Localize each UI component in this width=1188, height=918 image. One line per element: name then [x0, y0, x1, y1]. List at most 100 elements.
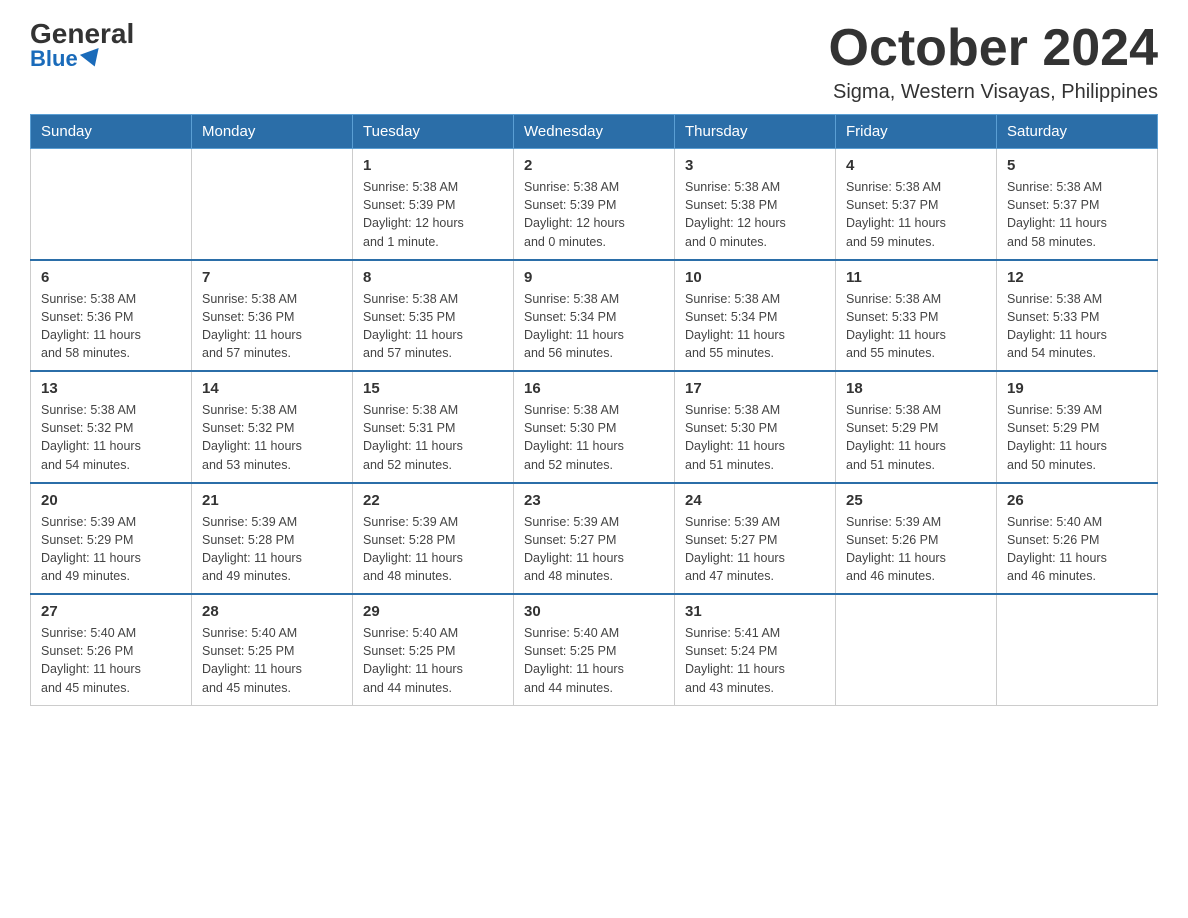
calendar-day-27: 27Sunrise: 5:40 AMSunset: 5:26 PMDayligh…: [31, 594, 192, 705]
day-number: 21: [202, 492, 342, 509]
day-info: Sunrise: 5:38 AMSunset: 5:30 PMDaylight:…: [685, 401, 825, 474]
day-number: 18: [846, 380, 986, 397]
day-number: 6: [41, 269, 181, 286]
day-number: 2: [524, 157, 664, 174]
calendar-day-23: 23 Sunrise: 5:39 AMSunset: 5:27 PMDayligh…: [514, 483, 675, 595]
day-info: Sunrise: 5:38 AMSunset: 5:32 PMDaylight:…: [202, 401, 342, 474]
calendar-day-31: 31 Sunrise: 5:41 AMSunset: 5:24 PMDayligh…: [675, 594, 836, 705]
day-info: Sunrise: 5:38 AMSunset: 5:37 PMDaylight:…: [1007, 178, 1147, 251]
day-info: Sunrise: 5:38 AMSunset: 5:34 PMDaylight:…: [685, 290, 825, 363]
day-info: Sunrise: 5:38 AMSunset: 5:39 PMDaylight:…: [524, 178, 664, 251]
calendar-empty-cell: [997, 594, 1158, 705]
day-info: Sunrise: 5:40 AMSunset: 5:26 PMDaylight:…: [1007, 513, 1147, 586]
calendar-header-tuesday: Tuesday: [353, 115, 514, 149]
day-info: Sunrise: 5:38 AMSunset: 5:29 PMDaylight:…: [846, 401, 986, 474]
calendar-header-saturday: Saturday: [997, 115, 1158, 149]
day-number: 15: [363, 380, 503, 397]
day-number: 14: [202, 380, 342, 397]
day-number: 3: [685, 157, 825, 174]
calendar-day-19: 19Sunrise: 5:39 AMSunset: 5:29 PMDayligh…: [997, 371, 1158, 483]
calendar-header-row: SundayMondayTuesdayWednesdayThursdayFrid…: [31, 115, 1158, 149]
day-info: Sunrise: 5:40 AMSunset: 5:26 PMDaylight:…: [41, 624, 181, 697]
day-info: Sunrise: 5:38 AMSunset: 5:30 PMDaylight:…: [524, 401, 664, 474]
calendar-day-30: 30Sunrise: 5:40 AMSunset: 5:25 PMDayligh…: [514, 594, 675, 705]
calendar-day-9: 9 Sunrise: 5:38 AMSunset: 5:34 PMDaylight…: [514, 260, 675, 372]
calendar-week-row: 1 Sunrise: 5:38 AMSunset: 5:39 PMDaylight…: [31, 149, 1158, 260]
calendar-day-16: 16 Sunrise: 5:38 AMSunset: 5:30 PMDayligh…: [514, 371, 675, 483]
logo-general-text: General: [30, 20, 134, 48]
calendar-week-row: 20 Sunrise: 5:39 AMSunset: 5:29 PMDayligh…: [31, 483, 1158, 595]
day-number: 11: [846, 269, 986, 286]
day-info: Sunrise: 5:39 AMSunset: 5:28 PMDaylight:…: [202, 513, 342, 586]
calendar-day-26: 26 Sunrise: 5:40 AMSunset: 5:26 PMDayligh…: [997, 483, 1158, 595]
day-number: 7: [202, 269, 342, 286]
day-info: Sunrise: 5:38 AMSunset: 5:34 PMDaylight:…: [524, 290, 664, 363]
calendar-day-22: 22 Sunrise: 5:39 AMSunset: 5:28 PMDayligh…: [353, 483, 514, 595]
day-info: Sunrise: 5:38 AMSunset: 5:35 PMDaylight:…: [363, 290, 503, 363]
day-info: Sunrise: 5:39 AMSunset: 5:27 PMDaylight:…: [685, 513, 825, 586]
calendar-day-6: 6Sunrise: 5:38 AMSunset: 5:36 PMDaylight…: [31, 260, 192, 372]
day-number: 23: [524, 492, 664, 509]
day-info: Sunrise: 5:39 AMSunset: 5:27 PMDaylight:…: [524, 513, 664, 586]
calendar-header-thursday: Thursday: [675, 115, 836, 149]
calendar-day-20: 20 Sunrise: 5:39 AMSunset: 5:29 PMDayligh…: [31, 483, 192, 595]
day-info: Sunrise: 5:40 AMSunset: 5:25 PMDaylight:…: [363, 624, 503, 697]
calendar-day-12: 12Sunrise: 5:38 AMSunset: 5:33 PMDayligh…: [997, 260, 1158, 372]
calendar-day-13: 13 Sunrise: 5:38 AMSunset: 5:32 PMDayligh…: [31, 371, 192, 483]
day-number: 31: [685, 603, 825, 620]
day-number: 17: [685, 380, 825, 397]
calendar-day-3: 3Sunrise: 5:38 AMSunset: 5:38 PMDaylight…: [675, 149, 836, 260]
day-number: 1: [363, 157, 503, 174]
logo-blue-text: Blue: [30, 48, 102, 70]
day-info: Sunrise: 5:38 AMSunset: 5:36 PMDaylight:…: [202, 290, 342, 363]
day-info: Sunrise: 5:39 AMSunset: 5:28 PMDaylight:…: [363, 513, 503, 586]
calendar-week-row: 13 Sunrise: 5:38 AMSunset: 5:32 PMDayligh…: [31, 371, 1158, 483]
day-number: 20: [41, 492, 181, 509]
day-info: Sunrise: 5:39 AMSunset: 5:29 PMDaylight:…: [41, 513, 181, 586]
day-number: 10: [685, 269, 825, 286]
day-number: 16: [524, 380, 664, 397]
day-info: Sunrise: 5:38 AMSunset: 5:33 PMDaylight:…: [846, 290, 986, 363]
calendar-day-8: 8 Sunrise: 5:38 AMSunset: 5:35 PMDaylight…: [353, 260, 514, 372]
calendar-day-4: 4 Sunrise: 5:38 AMSunset: 5:37 PMDaylight…: [836, 149, 997, 260]
calendar-day-7: 7 Sunrise: 5:38 AMSunset: 5:36 PMDaylight…: [192, 260, 353, 372]
day-info: Sunrise: 5:38 AMSunset: 5:37 PMDaylight:…: [846, 178, 986, 251]
day-number: 25: [846, 492, 986, 509]
day-number: 5: [1007, 157, 1147, 174]
calendar-header-friday: Friday: [836, 115, 997, 149]
month-title: October 2024: [829, 20, 1159, 77]
calendar-day-11: 11 Sunrise: 5:38 AMSunset: 5:33 PMDayligh…: [836, 260, 997, 372]
calendar-day-25: 25Sunrise: 5:39 AMSunset: 5:26 PMDayligh…: [836, 483, 997, 595]
day-number: 4: [846, 157, 986, 174]
day-info: Sunrise: 5:38 AMSunset: 5:32 PMDaylight:…: [41, 401, 181, 474]
calendar-day-5: 5 Sunrise: 5:38 AMSunset: 5:37 PMDaylight…: [997, 149, 1158, 260]
day-number: 9: [524, 269, 664, 286]
calendar-day-21: 21 Sunrise: 5:39 AMSunset: 5:28 PMDayligh…: [192, 483, 353, 595]
day-number: 13: [41, 380, 181, 397]
calendar-empty-cell: [31, 149, 192, 260]
day-number: 26: [1007, 492, 1147, 509]
calendar-day-28: 28Sunrise: 5:40 AMSunset: 5:25 PMDayligh…: [192, 594, 353, 705]
calendar-table: SundayMondayTuesdayWednesdayThursdayFrid…: [30, 114, 1158, 706]
calendar-day-29: 29 Sunrise: 5:40 AMSunset: 5:25 PMDayligh…: [353, 594, 514, 705]
day-number: 29: [363, 603, 503, 620]
calendar-week-row: 6 Sunrise: 5:38 AMSunset: 5:36 PMDaylight…: [31, 260, 1158, 372]
day-info: Sunrise: 5:38 AMSunset: 5:31 PMDaylight:…: [363, 401, 503, 474]
calendar-day-18: 18 Sunrise: 5:38 AMSunset: 5:29 PMDayligh…: [836, 371, 997, 483]
calendar-day-24: 24Sunrise: 5:39 AMSunset: 5:27 PMDayligh…: [675, 483, 836, 595]
calendar-empty-cell: [192, 149, 353, 260]
day-number: 12: [1007, 269, 1147, 286]
location-subtitle: Sigma, Western Visayas, Philippines: [829, 81, 1159, 104]
calendar-day-17: 17 Sunrise: 5:38 AMSunset: 5:30 PMDayligh…: [675, 371, 836, 483]
calendar-header-monday: Monday: [192, 115, 353, 149]
day-number: 8: [363, 269, 503, 286]
day-number: 28: [202, 603, 342, 620]
logo: General Blue: [30, 20, 134, 70]
calendar-day-1: 1Sunrise: 5:38 AMSunset: 5:39 PMDaylight…: [353, 149, 514, 260]
calendar-header-sunday: Sunday: [31, 115, 192, 149]
title-block: October 2024 Sigma, Western Visayas, Phi…: [829, 20, 1159, 104]
calendar-header-wednesday: Wednesday: [514, 115, 675, 149]
day-number: 22: [363, 492, 503, 509]
calendar-day-10: 10 Sunrise: 5:38 AMSunset: 5:34 PMDayligh…: [675, 260, 836, 372]
day-info: Sunrise: 5:41 AMSunset: 5:24 PMDaylight:…: [685, 624, 825, 697]
